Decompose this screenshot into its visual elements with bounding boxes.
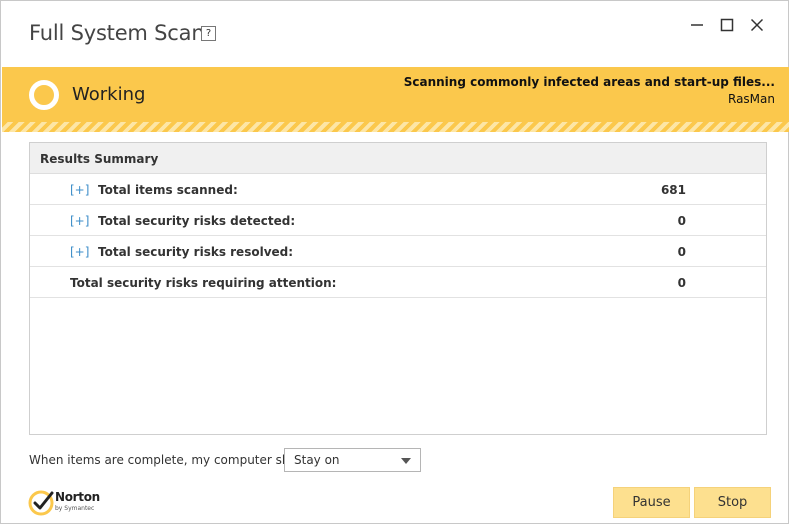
logo-subtitle: by Symantec [55,505,95,512]
stop-button[interactable]: Stop [694,487,771,518]
scan-activity: Scanning commonly infected areas and sta… [403,75,775,89]
row-value: 0 [677,245,686,259]
row-label: Total items scanned: [98,183,238,197]
maximize-button[interactable] [717,15,737,35]
after-scan-select-value: Stay on [294,453,340,467]
status-text: Working [72,84,146,105]
help-button[interactable]: ? [201,26,216,41]
close-icon [750,18,764,32]
pause-button[interactable]: Pause [613,487,690,518]
window-title: Full System Scan [29,21,205,45]
current-scan-item: RasMan [728,92,775,106]
norton-check-icon [28,490,54,516]
row-label: Total security risks requiring attention… [70,276,337,290]
status-banner: Working Scanning commonly infected areas… [2,67,789,122]
table-row: [+] Total security risks detected: 0 [30,205,766,236]
row-label: Total security risks detected: [98,214,296,228]
scan-progress-text: Scanning commonly infected areas and sta… [404,75,775,106]
expand-button[interactable]: [+] [70,245,89,259]
minimize-button[interactable] [687,15,707,35]
chevron-down-icon [401,458,411,464]
table-row: Total security risks requiring attention… [30,267,766,298]
table-row: [+] Total security risks resolved: 0 [30,236,766,267]
row-label: Total security risks resolved: [98,245,294,259]
norton-logo: Norton by Symantec [28,488,103,518]
results-summary-header: Results Summary [30,143,766,174]
row-value: 681 [660,183,686,197]
close-button[interactable] [747,15,767,35]
after-scan-label: When items are complete, my computer sho… [29,453,316,467]
minimize-icon [691,24,703,26]
results-summary-panel: Results Summary [+] Total items scanned:… [29,142,767,435]
maximize-icon [720,18,734,32]
table-row: [+] Total items scanned: 681 [30,174,766,205]
scan-window: Full System Scan ? Working Scanning comm… [0,0,789,524]
row-value: 0 [677,276,686,290]
expand-button[interactable]: [+] [70,183,89,197]
row-value: 0 [677,214,686,228]
banner-stripe [2,122,789,132]
status-ring-icon [29,80,59,110]
expand-button[interactable]: [+] [70,214,89,228]
logo-name: Norton [55,490,100,504]
after-scan-select[interactable]: Stay on [284,448,421,472]
